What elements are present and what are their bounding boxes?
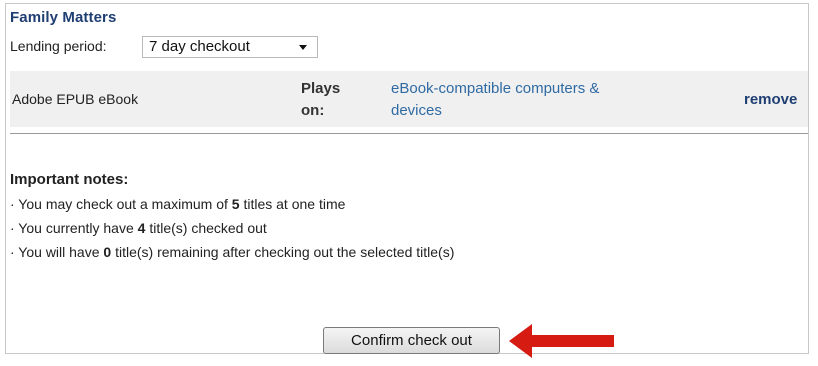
note-max-titles: · You may check out a maximum of 5 title…: [10, 196, 345, 212]
plays-on-line-1: Plays: [301, 80, 341, 97]
note-remaining-titles: · You will have 0 title(s) remaining aft…: [10, 244, 454, 260]
chevron-down-icon: [299, 45, 307, 50]
divider: [10, 133, 808, 134]
note-2-prefix: · You currently have: [10, 220, 138, 236]
note-2-suffix: title(s) checked out: [145, 220, 267, 236]
devices-line-2: devices: [391, 102, 442, 119]
note-3-suffix: title(s) remaining after checking out th…: [111, 244, 455, 260]
note-3-prefix: · You will have: [10, 244, 104, 260]
lending-period-select[interactable]: 7 day checkout: [142, 36, 318, 58]
devices-line-1: eBook-compatible computers &: [391, 80, 600, 97]
remove-link[interactable]: remove: [744, 91, 797, 108]
lending-period-value: 7 day checkout: [149, 38, 250, 55]
format-name: Adobe EPUB eBook: [12, 91, 139, 107]
format-row: Adobe EPUB eBook Plays on: eBook-compati…: [10, 71, 808, 127]
compatible-devices-link[interactable]: eBook-compatible computers & devices: [391, 78, 691, 122]
note-current-checkouts: · You currently have 4 title(s) checked …: [10, 220, 267, 236]
checkout-panel: Family Matters Lending period: 7 day che…: [5, 3, 809, 358]
red-arrow-icon: [506, 321, 616, 361]
page-title: Family Matters: [10, 9, 117, 26]
plays-on-label: Plays on:: [301, 78, 340, 122]
plays-on-line-2: on:: [301, 102, 325, 119]
note-1-value: 5: [231, 196, 240, 212]
note-1-prefix: · You may check out a maximum of: [10, 196, 232, 212]
note-1-suffix: titles at one time: [239, 196, 346, 212]
lending-period-label: Lending period:: [10, 38, 107, 54]
confirm-check-out-button[interactable]: Confirm check out: [323, 327, 500, 354]
important-notes-heading: Important notes:: [10, 171, 129, 188]
